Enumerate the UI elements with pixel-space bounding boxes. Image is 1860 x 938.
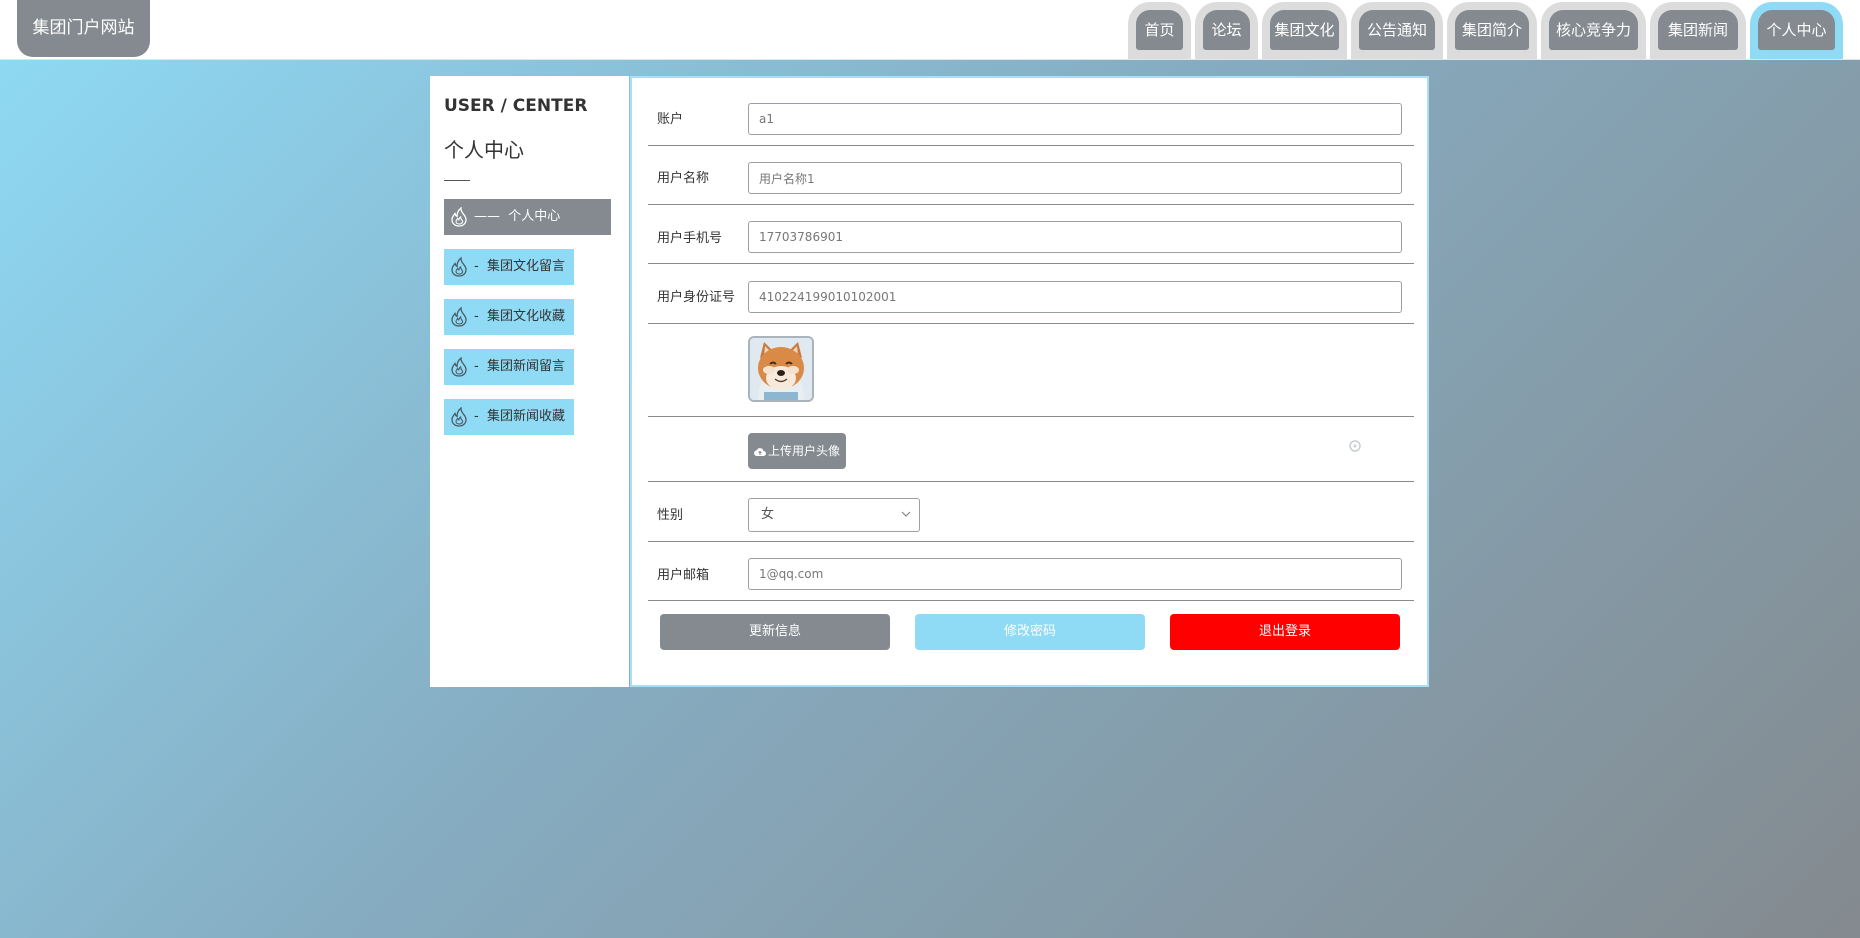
nav-item-label: 个人中心 — [1758, 10, 1835, 50]
sidebar-item-label: 个人中心 — [508, 209, 561, 224]
form-row-username: 用户名称 — [648, 145, 1414, 205]
username-label: 用户名称 — [657, 171, 710, 186]
account-label: 账户 — [657, 112, 684, 127]
sidebar-item-culture-comments[interactable]: - 集团文化留言 — [444, 249, 574, 285]
form-row-account: 账户 — [648, 78, 1414, 146]
nav-item-label: 论坛 — [1203, 10, 1250, 50]
id-card-label: 用户身份证号 — [657, 290, 736, 305]
update-info-button[interactable]: 更新信息 — [660, 614, 890, 650]
sidebar-item-prefix: —— — [474, 209, 500, 224]
sidebar-item-prefix: - — [474, 259, 479, 274]
sidebar-item-label: 集团文化留言 — [486, 259, 565, 274]
sidebar-item-label: 集团新闻留言 — [486, 359, 565, 374]
flame-icon — [451, 207, 467, 227]
sidebar-item-label: 集团新闻收藏 — [486, 409, 565, 424]
nav-item-label: 集团文化 — [1270, 10, 1339, 50]
nav-item-competitiveness[interactable]: 核心竞争力 — [1541, 2, 1646, 59]
email-input[interactable] — [748, 558, 1402, 590]
email-label: 用户邮箱 — [657, 568, 710, 583]
sidebar-subtitle: 个人中心 — [444, 138, 524, 162]
flame-icon — [451, 307, 467, 327]
flame-icon — [451, 357, 467, 377]
nav-item-intro[interactable]: 集团简介 — [1447, 2, 1537, 59]
cursor-icon — [1349, 440, 1361, 452]
nav-item-label: 核心竞争力 — [1549, 10, 1638, 50]
form-row-phone: 用户手机号 — [648, 205, 1414, 264]
phone-input[interactable] — [748, 221, 1402, 253]
nav-item-user-center[interactable]: 个人中心 — [1750, 2, 1843, 59]
form-row-gender: 性别 女 — [648, 482, 1414, 542]
form-row-upload: 上传用户头像 — [648, 417, 1414, 482]
logout-button[interactable]: 退出登录 — [1170, 614, 1400, 650]
nav-item-label: 集团简介 — [1455, 10, 1529, 50]
sidebar-item-prefix: - — [474, 359, 479, 374]
gender-selected-value: 女 — [761, 507, 775, 522]
sidebar-item-label: 集团文化收藏 — [486, 309, 565, 324]
nav-item-notice[interactable]: 公告通知 — [1351, 2, 1443, 59]
flame-icon — [451, 257, 467, 277]
sidebar-item-culture-favorites[interactable]: - 集团文化收藏 — [444, 299, 574, 335]
nav-item-label: 公告通知 — [1359, 10, 1435, 50]
main-nav: 首页 论坛 集团文化 公告通知 集团简介 核心竞争力 集团新闻 个人中心 — [0, 0, 1860, 59]
account-input[interactable] — [748, 103, 1402, 135]
avatar — [748, 336, 814, 402]
sidebar-item-news-favorites[interactable]: - 集团新闻收藏 — [444, 399, 574, 435]
form-row-avatar — [648, 324, 1414, 417]
nav-item-label: 首页 — [1136, 10, 1183, 50]
sidebar-divider — [444, 180, 470, 181]
phone-label: 用户手机号 — [657, 231, 723, 246]
sidebar-item-user-center[interactable]: —— 个人中心 — [444, 199, 611, 235]
form-row-id-card: 用户身份证号 — [648, 264, 1414, 324]
nav-item-news[interactable]: 集团新闻 — [1650, 2, 1746, 59]
nav-item-label: 集团新闻 — [1658, 10, 1738, 50]
sidebar-item-prefix: - — [474, 409, 479, 424]
gender-select[interactable]: 女 — [748, 498, 920, 532]
user-info-panel: 账户 用户名称 用户手机号 用户身份证号 — [630, 76, 1429, 687]
nav-item-culture[interactable]: 集团文化 — [1262, 2, 1347, 59]
flame-icon — [451, 407, 467, 427]
upload-avatar-label: 上传用户头像 — [767, 444, 840, 458]
shiba-dog-avatar-image — [750, 338, 812, 400]
change-password-button[interactable]: 修改密码 — [915, 614, 1145, 650]
username-input[interactable] — [748, 162, 1402, 194]
id-card-input[interactable] — [748, 281, 1402, 313]
user-center-sidebar: USER / CENTER 个人中心 —— 个人中心 - 集团文化留言 - 集团… — [430, 76, 629, 687]
sidebar-title: USER / CENTER — [444, 96, 588, 116]
form-row-email: 用户邮箱 — [648, 542, 1414, 601]
nav-item-forum[interactable]: 论坛 — [1195, 2, 1258, 59]
chevron-down-icon — [901, 511, 911, 517]
cloud-upload-icon — [754, 448, 766, 456]
upload-avatar-button[interactable]: 上传用户头像 — [748, 433, 846, 469]
sidebar-item-news-comments[interactable]: - 集团新闻留言 — [444, 349, 574, 385]
sidebar-item-prefix: - — [474, 309, 479, 324]
gender-label: 性别 — [657, 508, 684, 523]
nav-item-home[interactable]: 首页 — [1128, 2, 1191, 59]
top-navbar: 集团门户网站 首页 论坛 集团文化 公告通知 集团简介 核心竞争力 集团新闻 个… — [0, 0, 1860, 60]
